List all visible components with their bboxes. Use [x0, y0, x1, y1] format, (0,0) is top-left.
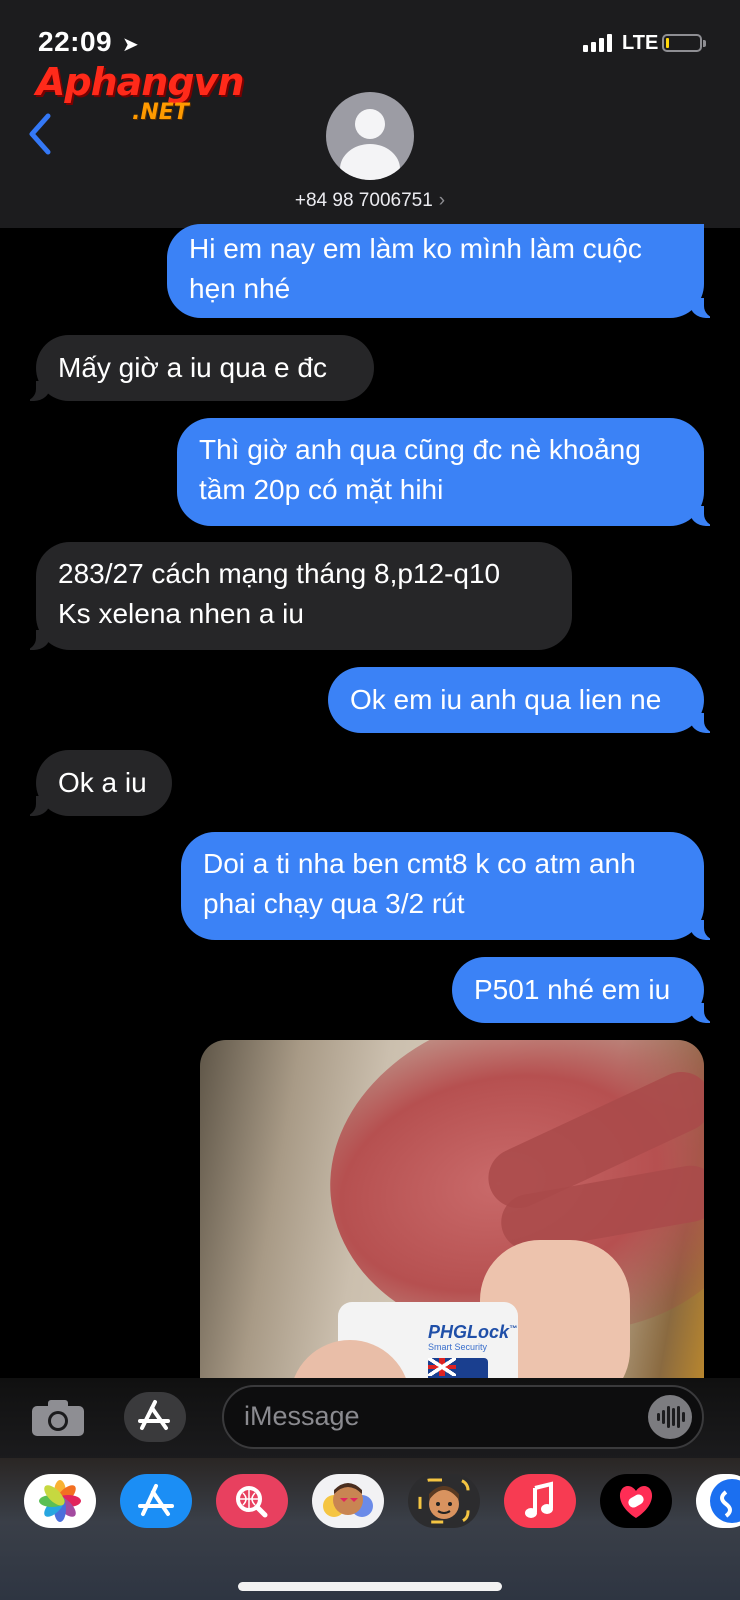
status-time: 22:09 [38, 26, 113, 57]
contact-name[interactable]: +84 98 7006751 › [0, 190, 740, 212]
app-drawer [0, 1458, 740, 1600]
message-bubble-sent[interactable]: Thì giờ anh qua cũng đc nè khoảng tầm 20… [177, 418, 716, 526]
message-bubble-sent[interactable]: Doi a ti nha ben cmt8 k co atm anh phai … [181, 832, 716, 940]
contact-avatar[interactable] [326, 92, 414, 180]
message-bubble-sent[interactable]: Hi em nay em làm ko mình làm cuộc hẹn nh… [167, 224, 716, 318]
message-bubble-sent[interactable]: P501 nhé em iu [452, 957, 716, 1023]
app-store-icon[interactable] [124, 1392, 186, 1442]
cellular-signal-icon [583, 32, 612, 52]
digital-touch-icon[interactable] [600, 1474, 672, 1528]
watermark-logo: Aphangvn [36, 60, 244, 104]
chevron-right-icon: › [438, 190, 446, 211]
conversation-header: 22:09 ➤ LTE Aphangvn .NET +84 98 7006751… [0, 0, 740, 228]
photos-icon[interactable] [24, 1474, 96, 1528]
location-arrow-icon: ➤ [122, 34, 139, 56]
message-composer: iMessage [0, 1378, 740, 1458]
app-store-icon[interactable] [120, 1474, 192, 1528]
battery-icon [662, 34, 706, 52]
photo-message[interactable]: PHGLock™ Smart Security [200, 1040, 704, 1380]
network-type: LTE [622, 32, 659, 54]
message-bubble-received[interactable]: 283/27 cách mạng tháng 8,p12-q10 Ks xele… [24, 542, 572, 650]
chevron-left-icon[interactable] [26, 112, 56, 156]
message-input-placeholder: iMessage [244, 1401, 360, 1431]
watermark-logo-suffix: .NET [132, 100, 189, 125]
home-indicator[interactable] [238, 1582, 502, 1591]
battery-level [666, 38, 669, 48]
message-bubble-received[interactable]: Ok a iu [24, 750, 172, 816]
music-icon[interactable] [504, 1474, 576, 1528]
memoji-stickers-icon[interactable] [312, 1474, 384, 1528]
waveform-icon[interactable] [648, 1395, 692, 1439]
message-bubble-received[interactable]: Mấy giờ a iu qua e đc [24, 335, 374, 401]
keycard-brand: PHGLock™ [428, 1322, 518, 1342]
shazam-icon[interactable] [696, 1474, 740, 1528]
image-search-icon[interactable] [216, 1474, 288, 1528]
camera-icon[interactable] [30, 1398, 86, 1438]
flag-icon [428, 1358, 488, 1380]
message-input[interactable]: iMessage [222, 1385, 704, 1449]
memoji-icon[interactable] [408, 1474, 480, 1528]
keycard-tagline: Smart Security [428, 1342, 488, 1352]
message-bubble-sent[interactable]: Ok em iu anh qua lien ne [328, 667, 716, 733]
person-silhouette-icon [355, 109, 385, 139]
contact-number: +84 98 7006751 [294, 190, 433, 211]
